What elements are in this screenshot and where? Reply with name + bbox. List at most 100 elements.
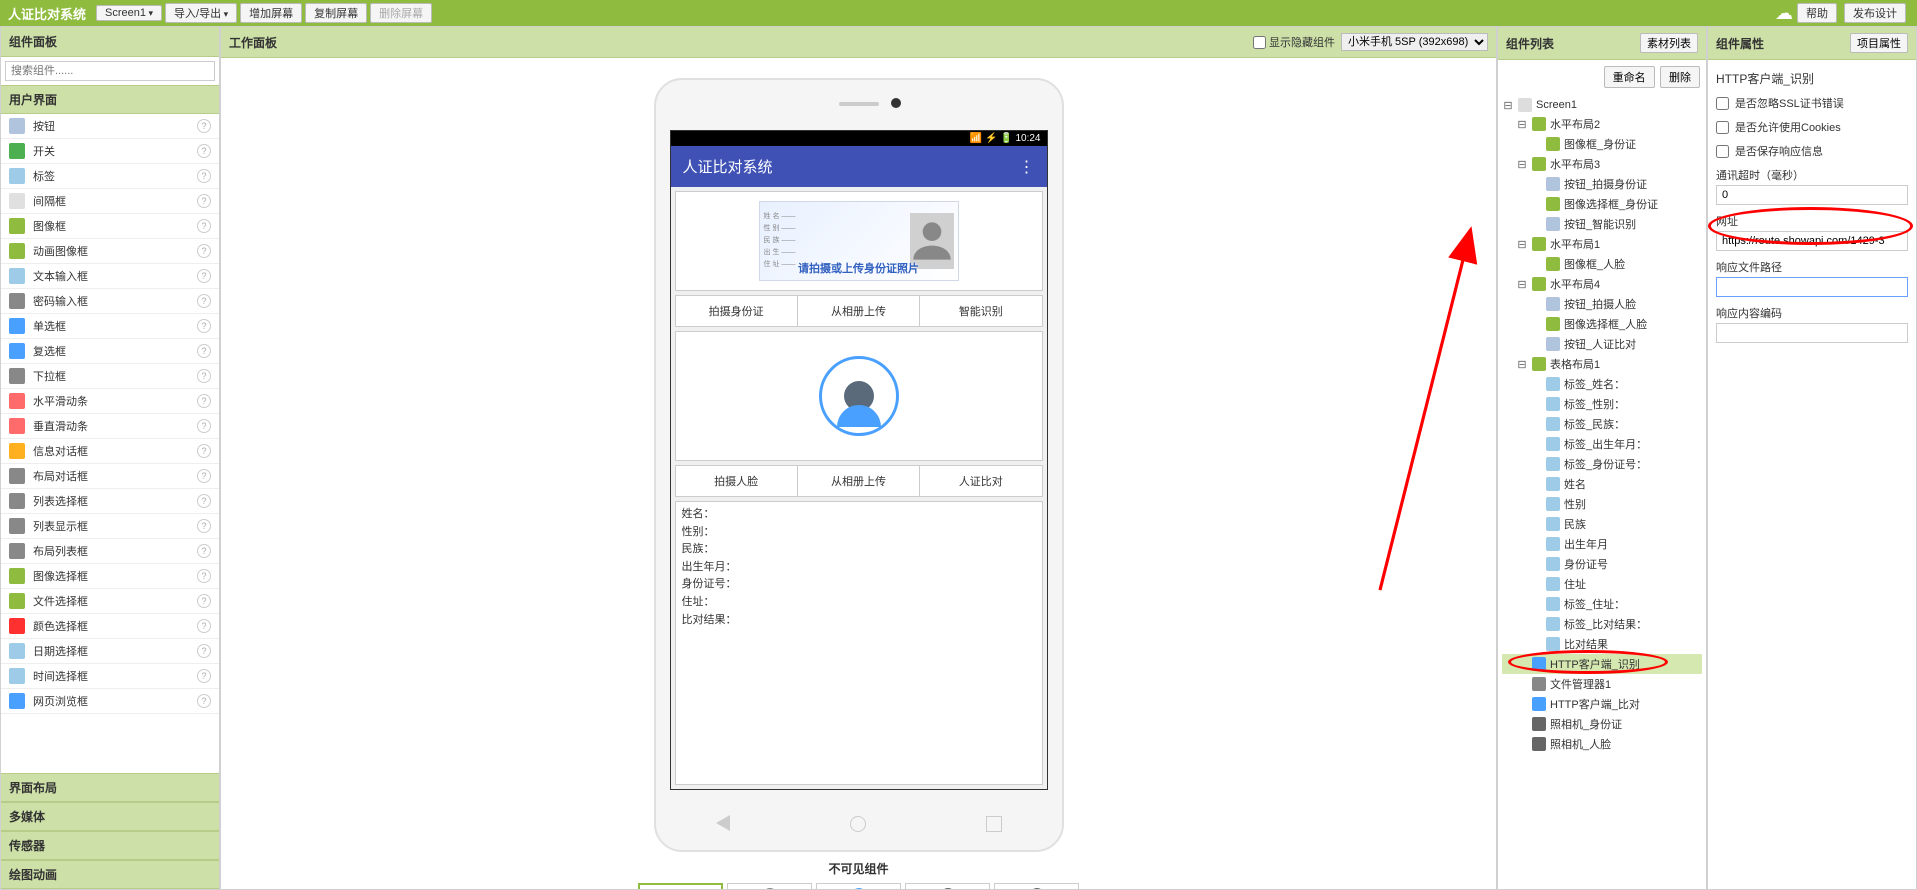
- help-icon[interactable]: ?: [197, 494, 211, 508]
- add-screen-button[interactable]: 增加屏幕: [240, 3, 302, 23]
- invisible-component[interactable]: 文件管理器1: [727, 883, 812, 889]
- palette-item[interactable]: 列表显示框?: [1, 514, 219, 539]
- help-icon[interactable]: ?: [197, 144, 211, 158]
- palette-item[interactable]: 水平滑动条?: [1, 389, 219, 414]
- palette-item[interactable]: 布局对话框?: [1, 464, 219, 489]
- invisible-component[interactable]: 照相机_身份证: [905, 883, 990, 889]
- tree-node[interactable]: ⊟ Screen1: [1502, 96, 1702, 114]
- tree-node[interactable]: HTTP客户端_识别: [1502, 654, 1702, 674]
- overflow-menu-icon[interactable]: ⋮: [1019, 157, 1035, 177]
- category-draw[interactable]: 绘图动画: [1, 860, 219, 889]
- palette-item[interactable]: 间隔框?: [1, 189, 219, 214]
- palette-item[interactable]: 图像框?: [1, 214, 219, 239]
- tree-node[interactable]: 按钮_拍摄人脸: [1502, 294, 1702, 314]
- tree-node[interactable]: ⊟ 表格布局1: [1502, 354, 1702, 374]
- tree-node[interactable]: 标签_住址：: [1502, 594, 1702, 614]
- palette-item[interactable]: 列表选择框?: [1, 489, 219, 514]
- delete-screen-button[interactable]: 删除屏幕: [370, 3, 432, 23]
- app-button[interactable]: 从相册上传: [798, 466, 920, 496]
- prop-resp-encoding-input[interactable]: [1716, 323, 1908, 343]
- screen-dropdown[interactable]: Screen1: [96, 5, 162, 21]
- tree-node[interactable]: 标签_出生年月：: [1502, 434, 1702, 454]
- tree-node[interactable]: 标签_性别：: [1502, 394, 1702, 414]
- category-ui[interactable]: 用户界面: [1, 85, 219, 114]
- help-icon[interactable]: ?: [197, 419, 211, 433]
- app-button[interactable]: 拍摄人脸: [676, 466, 798, 496]
- help-icon[interactable]: ?: [197, 519, 211, 533]
- category-media[interactable]: 多媒体: [1, 802, 219, 831]
- palette-item[interactable]: 动画图像框?: [1, 239, 219, 264]
- help-icon[interactable]: ?: [197, 194, 211, 208]
- tree-node[interactable]: 图像框_身份证: [1502, 134, 1702, 154]
- palette-item[interactable]: 垂直滑动条?: [1, 414, 219, 439]
- tree-node[interactable]: 标签_比对结果：: [1502, 614, 1702, 634]
- tree-node[interactable]: 出生年月: [1502, 534, 1702, 554]
- face-image-box[interactable]: [675, 331, 1043, 461]
- tree-node[interactable]: 照相机_身份证: [1502, 714, 1702, 734]
- palette-item[interactable]: 文件选择框?: [1, 589, 219, 614]
- help-icon[interactable]: ?: [197, 569, 211, 583]
- tree-node[interactable]: 住址: [1502, 574, 1702, 594]
- tree-node[interactable]: 按钮_拍摄身份证: [1502, 174, 1702, 194]
- rename-button[interactable]: 重命名: [1604, 66, 1655, 88]
- prop-ignore-ssl[interactable]: 是否忽略SSL证书错误: [1716, 95, 1908, 111]
- delete-button[interactable]: 删除: [1660, 66, 1700, 88]
- palette-item[interactable]: 布局列表框?: [1, 539, 219, 564]
- copy-screen-button[interactable]: 复制屏幕: [305, 3, 367, 23]
- category-layout[interactable]: 界面布局: [1, 773, 219, 802]
- tree-node[interactable]: 标签_民族：: [1502, 414, 1702, 434]
- palette-item[interactable]: 时间选择框?: [1, 664, 219, 689]
- help-icon[interactable]: ?: [197, 119, 211, 133]
- help-icon[interactable]: ?: [197, 619, 211, 633]
- app-button[interactable]: 智能识别: [920, 296, 1041, 326]
- category-sensor[interactable]: 传感器: [1, 831, 219, 860]
- tree-node[interactable]: 标签_姓名：: [1502, 374, 1702, 394]
- palette-item[interactable]: 按钮?: [1, 114, 219, 139]
- tree-node[interactable]: 文件管理器1: [1502, 674, 1702, 694]
- palette-item[interactable]: 开关?: [1, 139, 219, 164]
- show-hidden-checkbox[interactable]: 显示隐藏组件: [1253, 34, 1335, 50]
- help-icon[interactable]: ?: [197, 644, 211, 658]
- help-button[interactable]: 帮助: [1797, 3, 1837, 23]
- palette-item[interactable]: 网页浏览框?: [1, 689, 219, 714]
- tree-node[interactable]: 按钮_人证比对: [1502, 334, 1702, 354]
- tree-node[interactable]: 民族: [1502, 514, 1702, 534]
- help-icon[interactable]: ?: [197, 244, 211, 258]
- invisible-component[interactable]: HTTP客户端_识别: [638, 883, 723, 889]
- device-select[interactable]: 小米手机 5SP (392x698): [1341, 33, 1488, 51]
- prop-url-input[interactable]: [1716, 231, 1908, 251]
- palette-item[interactable]: 标签?: [1, 164, 219, 189]
- help-icon[interactable]: ?: [197, 269, 211, 283]
- app-button[interactable]: 拍摄身份证: [676, 296, 798, 326]
- tree-node[interactable]: 身份证号: [1502, 554, 1702, 574]
- tree-node[interactable]: 按钮_智能识别: [1502, 214, 1702, 234]
- help-icon[interactable]: ?: [197, 369, 211, 383]
- help-icon[interactable]: ?: [197, 319, 211, 333]
- tree-node[interactable]: ⊟ 水平布局3: [1502, 154, 1702, 174]
- help-icon[interactable]: ?: [197, 469, 211, 483]
- palette-item[interactable]: 密码输入框?: [1, 289, 219, 314]
- prop-timeout-input[interactable]: [1716, 185, 1908, 205]
- tree-node[interactable]: 比对结果: [1502, 634, 1702, 654]
- prop-save-response[interactable]: 是否保存响应信息: [1716, 143, 1908, 159]
- tree-node[interactable]: 标签_身份证号：: [1502, 454, 1702, 474]
- invisible-component[interactable]: HTTP客户端_比对: [816, 883, 901, 889]
- tree-node[interactable]: 图像框_人脸: [1502, 254, 1702, 274]
- tree-node[interactable]: 图像选择框_人脸: [1502, 314, 1702, 334]
- tree-node[interactable]: ⊟ 水平布局1: [1502, 234, 1702, 254]
- assets-tab[interactable]: 素材列表: [1640, 33, 1698, 53]
- tree-node[interactable]: 照相机_人脸: [1502, 734, 1702, 754]
- help-icon[interactable]: ?: [197, 294, 211, 308]
- invisible-component[interactable]: 照相机_人脸: [994, 883, 1079, 889]
- id-card-image-box[interactable]: 姓 名 ——性 别 ——民 族 ——出 生 ——住 址 —— 请拍摄或上传身份证…: [675, 191, 1043, 291]
- app-button[interactable]: 人证比对: [920, 466, 1041, 496]
- tree-node[interactable]: 图像选择框_身份证: [1502, 194, 1702, 214]
- palette-search-input[interactable]: [5, 61, 215, 81]
- prop-resp-file-input[interactable]: [1716, 277, 1908, 297]
- palette-item[interactable]: 颜色选择框?: [1, 614, 219, 639]
- palette-item[interactable]: 信息对话框?: [1, 439, 219, 464]
- prop-allow-cookies[interactable]: 是否允许使用Cookies: [1716, 119, 1908, 135]
- publish-button[interactable]: 发布设计: [1844, 3, 1906, 23]
- tree-node[interactable]: 性别: [1502, 494, 1702, 514]
- help-icon[interactable]: ?: [197, 169, 211, 183]
